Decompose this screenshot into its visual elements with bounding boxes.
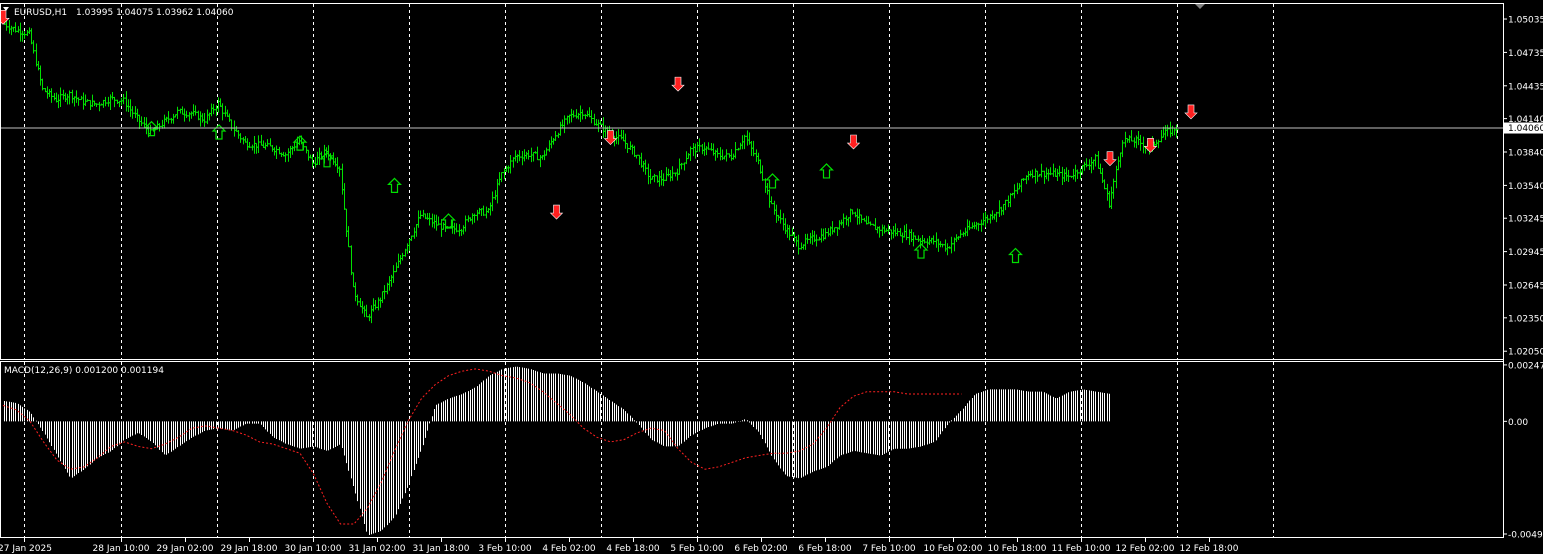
time-tick-label: 7 Feb 10:00	[862, 544, 916, 554]
current-price-tag: 1.04060	[1504, 122, 1543, 134]
time-tick-label: 10 Feb 02:00	[923, 544, 982, 554]
time-tick-label: 28 Jan 10:00	[93, 544, 150, 554]
trading-chart[interactable]: 1.050351.047351.044351.041401.038401.035…	[0, 0, 1543, 554]
current-price-value: 1.04060	[1508, 124, 1543, 134]
time-tick-label: 12 Feb 02:00	[1115, 544, 1174, 554]
time-tick-label: 3 Feb 10:00	[478, 544, 532, 554]
time-tick-label: 12 Feb 18:00	[1179, 544, 1238, 554]
time-tick-label: 11 Feb 10:00	[1051, 544, 1110, 554]
time-tick-label: 6 Feb 18:00	[798, 544, 852, 554]
symbol-name: EURUSD,H1	[14, 8, 67, 18]
price-tick-label: 1.02645	[1508, 281, 1543, 291]
time-tick-label: 27 Jan 2025	[0, 544, 52, 554]
time-tick-label: 30 Jan 10:00	[285, 544, 342, 554]
price-tick-label: 1.03540	[1508, 182, 1543, 192]
macd-tick-label: 0.002474	[1508, 361, 1543, 371]
ohlc-values: 1.03995 1.04075 1.03962 1.04060	[76, 8, 234, 18]
time-tick-label: 10 Feb 18:00	[987, 544, 1046, 554]
symbol-title: EURUSD,H1 1.03995 1.04075 1.03962 1.0406…	[14, 8, 234, 18]
price-tick-label: 1.02350	[1508, 314, 1543, 324]
price-tick-label: 1.03245	[1508, 215, 1543, 225]
price-tick-label: 1.04435	[1508, 82, 1543, 92]
time-tick-label: 29 Jan 02:00	[157, 544, 214, 554]
price-tick-label: 1.04735	[1508, 49, 1543, 59]
price-tick-label: 1.03840	[1508, 149, 1543, 159]
price-tick-label: 1.02945	[1508, 248, 1543, 258]
time-tick-label: 6 Feb 02:00	[734, 544, 788, 554]
price-tick-label: 1.05035	[1508, 16, 1543, 26]
time-tick-label: 31 Jan 18:00	[413, 544, 470, 554]
time-tick-label: 29 Jan 18:00	[221, 544, 278, 554]
time-tick-label: 31 Jan 02:00	[349, 544, 406, 554]
macd-tick-label: 0.00	[1508, 418, 1528, 428]
chart-background	[0, 0, 1543, 554]
time-tick-label: 4 Feb 18:00	[606, 544, 660, 554]
price-tick-label: 1.02050	[1508, 348, 1543, 358]
macd-tick-label: -0.004940	[1508, 531, 1543, 541]
time-tick-label: 5 Feb 10:00	[670, 544, 724, 554]
time-tick-label: 4 Feb 02:00	[542, 544, 596, 554]
macd-title: MACD(12,26,9) 0.001200 0.001194	[4, 366, 164, 376]
